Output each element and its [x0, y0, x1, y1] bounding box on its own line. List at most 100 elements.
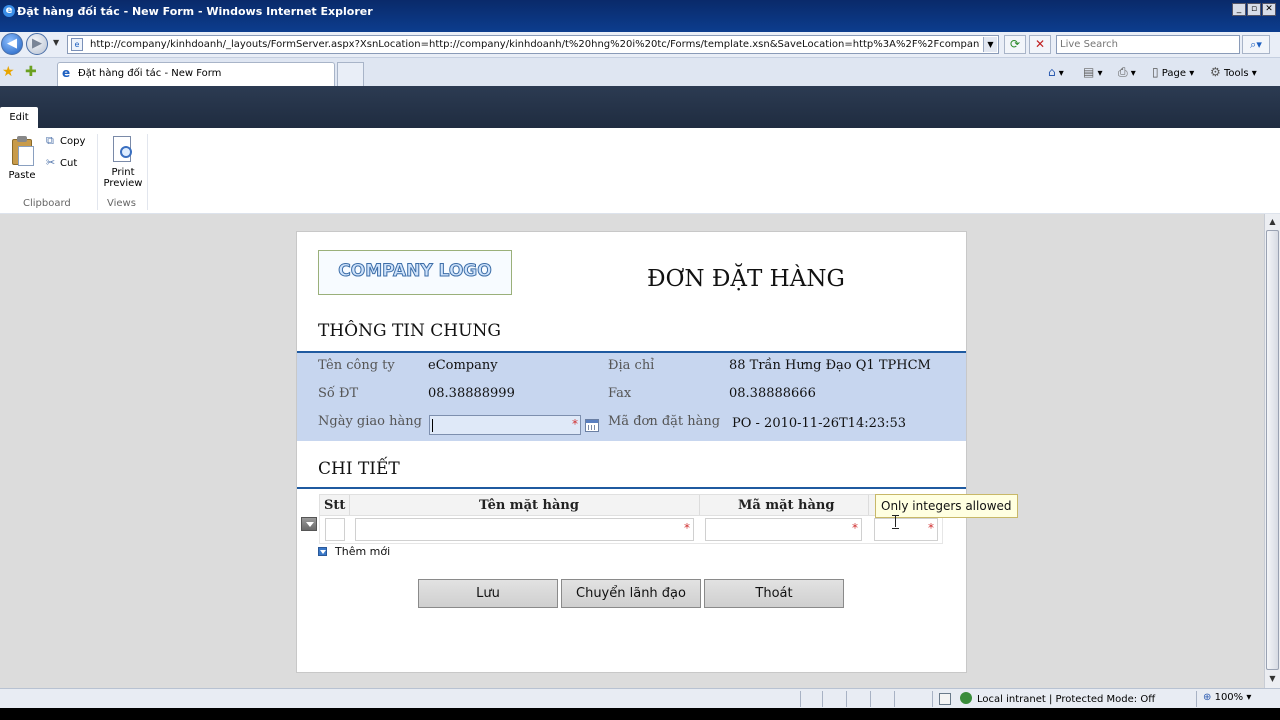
ibeam-cursor-icon	[892, 515, 899, 529]
ribbon-divider	[97, 134, 98, 210]
tab-edit[interactable]: Edit	[0, 107, 38, 128]
section-detail-title: CHI TIẾT	[318, 459, 400, 479]
ribbon-tab-bar	[0, 86, 1280, 128]
detail-table-header: Stt Tên mặt hàng Mã mặt hàng	[319, 494, 943, 516]
views-group-label: Views	[107, 198, 136, 209]
address-dropdown[interactable]: ▼	[983, 37, 997, 52]
scroll-down-icon[interactable]: ▼	[1267, 673, 1278, 684]
stt-input[interactable]	[325, 518, 345, 541]
form-title: ĐƠN ĐẶT HÀNG	[647, 266, 845, 292]
ribbon: Paste ⧉ Copy ✂ Cut Clipboard Print Preview…	[0, 128, 1280, 214]
print-button[interactable]: ⎙ ▾	[1118, 65, 1136, 80]
address-label: Địa chỉ	[608, 358, 655, 373]
row-menu-button[interactable]	[301, 517, 317, 531]
copy-label: Copy	[60, 136, 86, 147]
add-favorite-icon[interactable]: ✚	[25, 64, 37, 80]
search-input[interactable]	[1057, 36, 1237, 53]
tools-menu[interactable]: ⚙ Tools ▾	[1210, 65, 1257, 79]
section-general-title: THÔNG TIN CHUNG	[318, 321, 501, 341]
save-button[interactable]: Lưu	[418, 579, 558, 608]
required-mark: *	[684, 521, 690, 535]
clipboard-group-label: Clipboard	[23, 198, 71, 209]
tools-menu-label: Tools	[1223, 68, 1249, 79]
taskbar-edge	[0, 708, 1280, 720]
exit-button[interactable]: Thoát	[704, 579, 844, 608]
order-id-value: PO - 2010-11-26T14:23:53	[732, 416, 907, 431]
refresh-button[interactable]: ⟳	[1004, 35, 1026, 54]
required-mark: *	[572, 417, 578, 431]
globe-icon	[960, 692, 972, 704]
print-preview-button[interactable]: Print Preview	[102, 136, 144, 189]
item-code-input[interactable]: *	[705, 518, 862, 541]
vertical-scrollbar[interactable]: ▲ ▼	[1264, 214, 1280, 688]
section-divider	[297, 487, 966, 489]
delivery-date-input[interactable]: *	[429, 415, 581, 435]
print-label-2: Preview	[103, 178, 143, 189]
forward-to-manager-button[interactable]: Chuyển lãnh đạo	[561, 579, 701, 608]
add-row-icon	[318, 547, 327, 556]
scissors-icon: ✂	[46, 156, 56, 169]
item-name-input[interactable]: *	[355, 518, 694, 541]
quantity-input[interactable]: *	[874, 518, 938, 541]
stop-button[interactable]: ✕	[1029, 35, 1051, 54]
order-form: COMPANY LOGO ĐƠN ĐẶT HÀNG THÔNG TIN CHUN…	[296, 231, 1018, 673]
zoom-text: 100%	[1214, 692, 1244, 703]
required-mark: *	[852, 521, 858, 535]
new-tab-button[interactable]	[337, 62, 364, 86]
tab-label: Đặt hàng đối tác - New Form	[78, 68, 222, 79]
table-row: * * *	[319, 516, 943, 544]
url-text[interactable]: http://company/kinhdoanh/_layouts/FormSe…	[90, 39, 980, 50]
close-button[interactable]: ✕	[1262, 3, 1276, 16]
col-header-stt: Stt	[324, 498, 346, 513]
company-logo: COMPANY LOGO	[318, 250, 512, 295]
copy-icon: ⧉	[46, 134, 54, 147]
ie-icon: e	[3, 5, 15, 17]
minimize-button[interactable]: _	[1232, 3, 1246, 16]
required-mark: *	[928, 521, 934, 535]
print-preview-icon	[112, 136, 134, 164]
paste-label: Paste	[8, 170, 36, 181]
copy-button[interactable]: ⧉ Copy	[46, 134, 85, 148]
cut-button[interactable]: ✂ Cut	[46, 156, 77, 169]
company-label: Tên công ty	[318, 358, 395, 373]
phone-value: 08.38888999	[428, 386, 515, 401]
zoom-level[interactable]: ⊕ 100% ▾	[1203, 692, 1251, 703]
order-id-label: Mã đơn đặt hàng	[608, 414, 721, 429]
search-button[interactable]: ⌕▾	[1242, 35, 1270, 54]
add-new-label: Thêm mới	[335, 545, 391, 558]
forward-button[interactable]: ▶	[26, 33, 48, 55]
home-button[interactable]: ⌂ ▾	[1048, 65, 1064, 79]
zoom-icon: ⊕	[1203, 692, 1212, 703]
page-menu-label: Page	[1161, 68, 1187, 79]
ribbon-divider	[147, 134, 148, 210]
window-controls: _ ▫ ✕	[1232, 3, 1276, 16]
add-new-row-link[interactable]: Thêm mới	[318, 545, 390, 558]
window-titlebar: e Đặt hàng đối tác - New Form - Windows …	[0, 0, 1280, 32]
company-value: eCompany	[428, 358, 498, 373]
col-header-item-name: Tên mặt hàng	[479, 498, 579, 513]
favorites-star-icon[interactable]: ★	[2, 64, 15, 80]
security-zone[interactable]: Local intranet | Protected Mode: Off	[960, 692, 1155, 705]
restore-button[interactable]: ▫	[1247, 3, 1261, 16]
address-bar[interactable]: e http://company/kinhdoanh/_layouts/Form…	[67, 35, 999, 54]
page-menu[interactable]: ▯ Page ▾	[1152, 65, 1194, 79]
search-box[interactable]	[1056, 35, 1240, 54]
feeds-button[interactable]: ▤ ▾	[1083, 65, 1103, 79]
back-button[interactable]: ◀	[1, 33, 23, 55]
scrollbar-thumb[interactable]	[1266, 230, 1279, 670]
address-toolbar: ◀ ▶ ▼ e http://company/kinhdoanh/_layout…	[0, 32, 1280, 58]
ie-tab-icon: e	[62, 66, 71, 80]
phone-label: Số ĐT	[318, 386, 359, 401]
paste-button[interactable]: Paste	[6, 136, 38, 181]
fax-value: 08.38888666	[729, 386, 816, 401]
tab-current[interactable]: e Đặt hàng đối tác - New Form	[57, 62, 335, 86]
calendar-icon[interactable]	[585, 419, 599, 432]
chevron-down-icon[interactable]: ▼	[53, 38, 59, 47]
clipboard-icon	[10, 136, 34, 166]
tab-toolbar: ★ ✚ e Đặt hàng đối tác - New Form ⌂ ▾ ▤ …	[0, 58, 1280, 86]
scroll-up-icon[interactable]: ▲	[1267, 216, 1278, 227]
zone-text: Local intranet | Protected Mode: Off	[977, 694, 1156, 705]
address-value: 88 Trần Hưng Đạo Q1 TPHCM	[729, 358, 931, 373]
cut-label: Cut	[60, 158, 78, 169]
fax-label: Fax	[608, 386, 632, 401]
